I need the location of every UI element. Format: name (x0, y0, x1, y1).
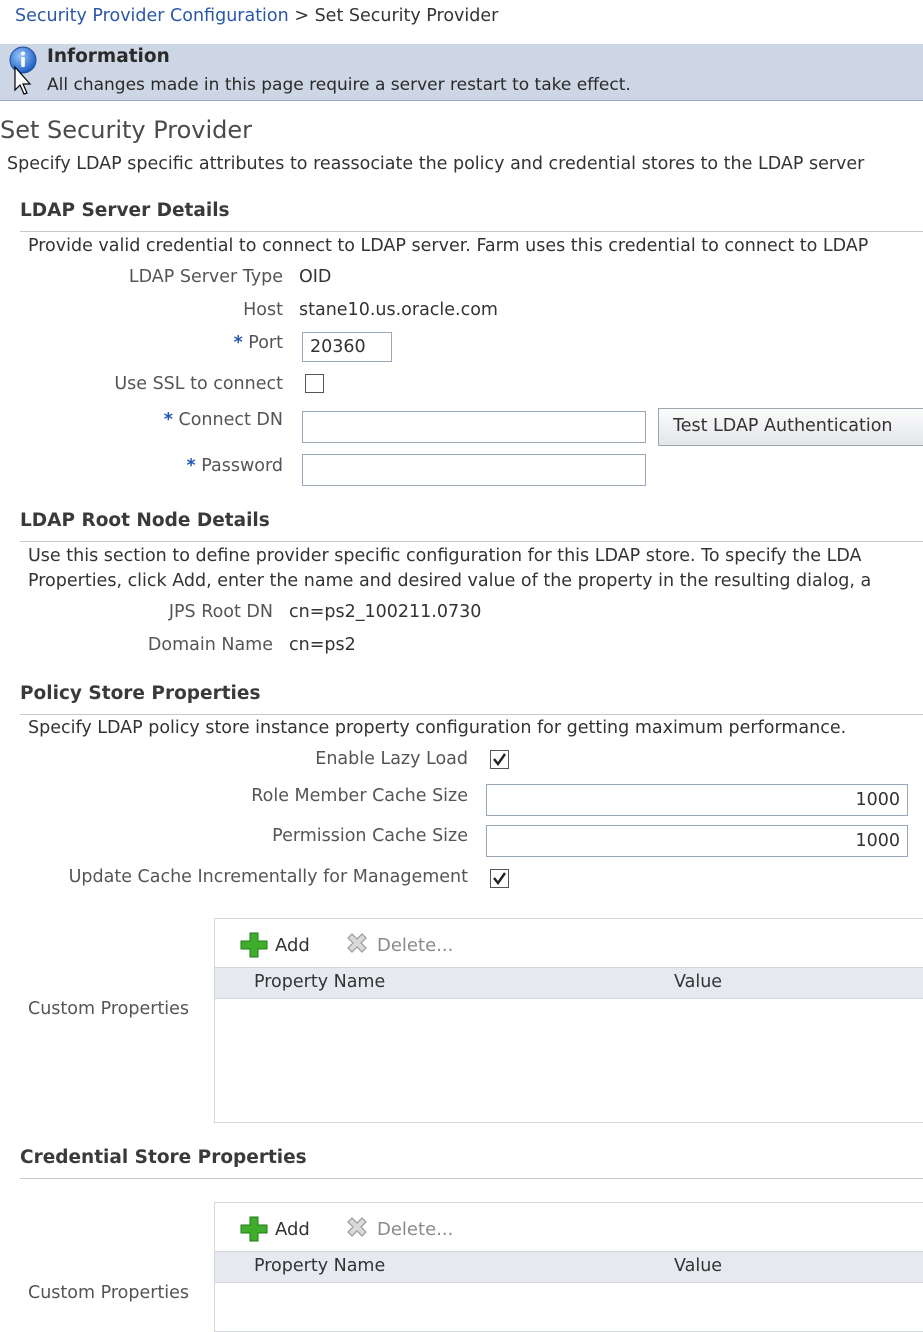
port-label: * Port (234, 333, 283, 353)
update-cache-incrementally-label: Update Cache Incrementally for Managemen… (68, 867, 468, 887)
delete-icon (347, 933, 367, 953)
page-title: Set Security Provider (0, 116, 253, 144)
credential-custom-properties-label: Custom Properties (28, 1283, 190, 1303)
required-marker: * (186, 456, 196, 476)
section-heading-ldap-server: LDAP Server Details (20, 200, 230, 221)
delete-button[interactable]: Delete... (343, 931, 453, 959)
use-ssl-checkbox[interactable] (305, 374, 324, 393)
domain-name-value: cn=ps2 (289, 635, 356, 655)
jps-root-dn-value: cn=ps2_100211.0730 (289, 602, 482, 622)
delete-button[interactable]: Delete... (343, 1215, 453, 1243)
domain-name-label: Domain Name (147, 635, 273, 655)
table-toolbar: Add Delete... (215, 1203, 923, 1251)
delete-label: Delete... (377, 1218, 454, 1240)
connect-dn-label-text: Connect DN (178, 410, 284, 430)
connect-dn-field[interactable] (302, 411, 646, 443)
policy-store-description: Specify LDAP policy store instance prope… (28, 718, 847, 738)
port-label-text: Port (248, 333, 283, 353)
breadcrumb-link-security-provider-configuration[interactable]: Security Provider Configuration (15, 6, 289, 26)
breadcrumb-separator: > (294, 6, 309, 26)
policy-custom-properties-label: Custom Properties (28, 999, 190, 1019)
page-description: Specify LDAP specific attributes to reas… (7, 154, 865, 174)
breadcrumb: Security Provider Configuration > Set Se… (15, 6, 498, 26)
update-cache-incrementally-checkbox[interactable] (490, 869, 509, 888)
host-value: stane10.us.oracle.com (299, 300, 498, 320)
checkmark-icon (493, 753, 506, 767)
breadcrumb-current: Set Security Provider (314, 6, 499, 26)
permission-cache-size-field[interactable] (486, 825, 908, 857)
ldap-server-type-value: OID (299, 267, 332, 287)
port-field[interactable] (302, 332, 392, 362)
section-divider (20, 714, 923, 715)
add-label: Add (275, 934, 310, 956)
root-node-description-line2: Properties, click Add, enter the name an… (28, 571, 872, 591)
section-heading-credential-store: Credential Store Properties (20, 1147, 307, 1168)
add-label: Add (275, 1218, 310, 1240)
password-field[interactable] (302, 454, 646, 486)
section-divider (20, 541, 923, 542)
host-label: Host (243, 300, 283, 320)
required-marker: * (163, 410, 173, 430)
ldap-server-type-label: LDAP Server Type (128, 267, 283, 287)
jps-root-dn-label: JPS Root DN (168, 602, 273, 622)
credential-custom-properties-table: Add Delete... Property Name Value (214, 1202, 923, 1332)
use-ssl-label: Use SSL to connect (114, 374, 283, 394)
enable-lazy-load-checkbox[interactable] (490, 750, 509, 769)
mouse-cursor-icon (14, 65, 32, 100)
delete-icon (347, 1217, 367, 1237)
add-icon (240, 932, 268, 958)
information-message: All changes made in this page require a … (47, 75, 631, 95)
add-button[interactable]: Add (239, 931, 310, 959)
add-icon (240, 1216, 268, 1242)
password-label-text: Password (201, 456, 283, 476)
root-node-description-line1: Use this section to define provider spec… (28, 546, 862, 566)
checkmark-icon (493, 872, 506, 886)
table-header: Property Name Value (215, 967, 923, 999)
test-ldap-authentication-button[interactable]: Test LDAP Authentication (658, 408, 923, 446)
policy-custom-properties-table: Add Delete... Property Name Value (214, 918, 923, 1123)
required-marker: * (233, 333, 243, 353)
table-toolbar: Add Delete... (215, 919, 923, 967)
role-member-cache-size-field[interactable] (486, 784, 908, 816)
column-header-value[interactable]: Value (674, 1256, 722, 1276)
enable-lazy-load-label: Enable Lazy Load (315, 749, 468, 769)
delete-label: Delete... (377, 934, 454, 956)
table-header: Property Name Value (215, 1251, 923, 1283)
column-header-value[interactable]: Value (674, 972, 722, 992)
role-member-cache-size-label: Role Member Cache Size (251, 786, 468, 806)
column-header-property-name[interactable]: Property Name (254, 972, 385, 992)
column-header-property-name[interactable]: Property Name (254, 1256, 385, 1276)
information-title: Information (47, 46, 170, 67)
connect-dn-label: * Connect DN (164, 410, 283, 430)
section-divider (20, 1178, 923, 1179)
section-divider (20, 231, 923, 232)
password-label: * Password (187, 456, 283, 476)
ldap-server-description: Provide valid credential to connect to L… (28, 236, 869, 256)
section-heading-root-node: LDAP Root Node Details (20, 510, 270, 531)
section-heading-policy-store: Policy Store Properties (20, 683, 261, 704)
permission-cache-size-label: Permission Cache Size (272, 826, 468, 846)
add-button[interactable]: Add (239, 1215, 310, 1243)
